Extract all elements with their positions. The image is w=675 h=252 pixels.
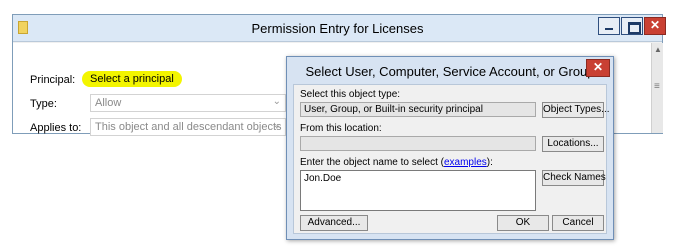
principal-label: Principal:: [30, 74, 76, 86]
dialog-close-button[interactable]: [586, 59, 610, 77]
location-label: From this location:: [300, 123, 382, 134]
object-types-button[interactable]: Object Types...: [542, 102, 610, 118]
object-type-label: Select this object type:: [300, 89, 401, 100]
enter-name-label: Enter the object name to select (example…: [300, 157, 493, 168]
type-dropdown[interactable]: Allow ⌄: [90, 94, 286, 112]
maximize-button[interactable]: [621, 17, 643, 35]
minimize-button[interactable]: [598, 17, 620, 35]
select-principal-link[interactable]: Select a principal: [82, 71, 182, 87]
object-type-field: User, Group, or Built-in security princi…: [300, 102, 536, 117]
chevron-down-icon: ⌄: [272, 96, 281, 107]
scroll-grip-icon[interactable]: ≡: [654, 81, 660, 92]
type-label: Type:: [30, 98, 57, 110]
window-titlebar: Permission Entry for Licenses: [13, 15, 666, 42]
enter-name-suffix: ):: [486, 157, 493, 168]
vertical-scrollbar[interactable]: ▲ ≡: [651, 43, 663, 133]
examples-link[interactable]: examples: [444, 157, 487, 168]
select-user-dialog: Select User, Computer, Service Account, …: [286, 56, 614, 240]
applies-to-label: Applies to:: [30, 122, 82, 134]
enter-name-prefix: Enter the object name to select (: [300, 157, 444, 168]
window-title: Permission Entry for Licenses: [251, 21, 424, 36]
dialog-title: Select User, Computer, Service Account, …: [305, 64, 595, 79]
screen: Permission Entry for Licenses Principal:…: [0, 0, 675, 252]
cancel-button[interactable]: Cancel: [552, 215, 604, 231]
chevron-down-icon: ⌄: [272, 120, 281, 131]
type-dropdown-value: Allow: [95, 97, 122, 109]
locations-button[interactable]: Locations...: [542, 136, 604, 152]
applies-to-dropdown[interactable]: This object and all descendant objects ⌄: [90, 118, 286, 136]
check-names-button[interactable]: Check Names: [542, 170, 606, 186]
object-name-value: Jon.Doe: [304, 173, 342, 184]
dialog-titlebar: Select User, Computer, Service Account, …: [287, 57, 613, 83]
close-button[interactable]: [644, 17, 666, 35]
applies-to-dropdown-value: This object and all descendant objects: [95, 121, 282, 133]
dialog-content: Select this object type: User, Group, or…: [293, 84, 610, 234]
object-name-input[interactable]: Jon.Doe: [300, 170, 536, 211]
ok-button[interactable]: OK: [497, 215, 549, 231]
scroll-up-icon[interactable]: ▲: [654, 45, 662, 54]
advanced-button[interactable]: Advanced...: [300, 215, 368, 231]
location-field: [300, 136, 536, 151]
